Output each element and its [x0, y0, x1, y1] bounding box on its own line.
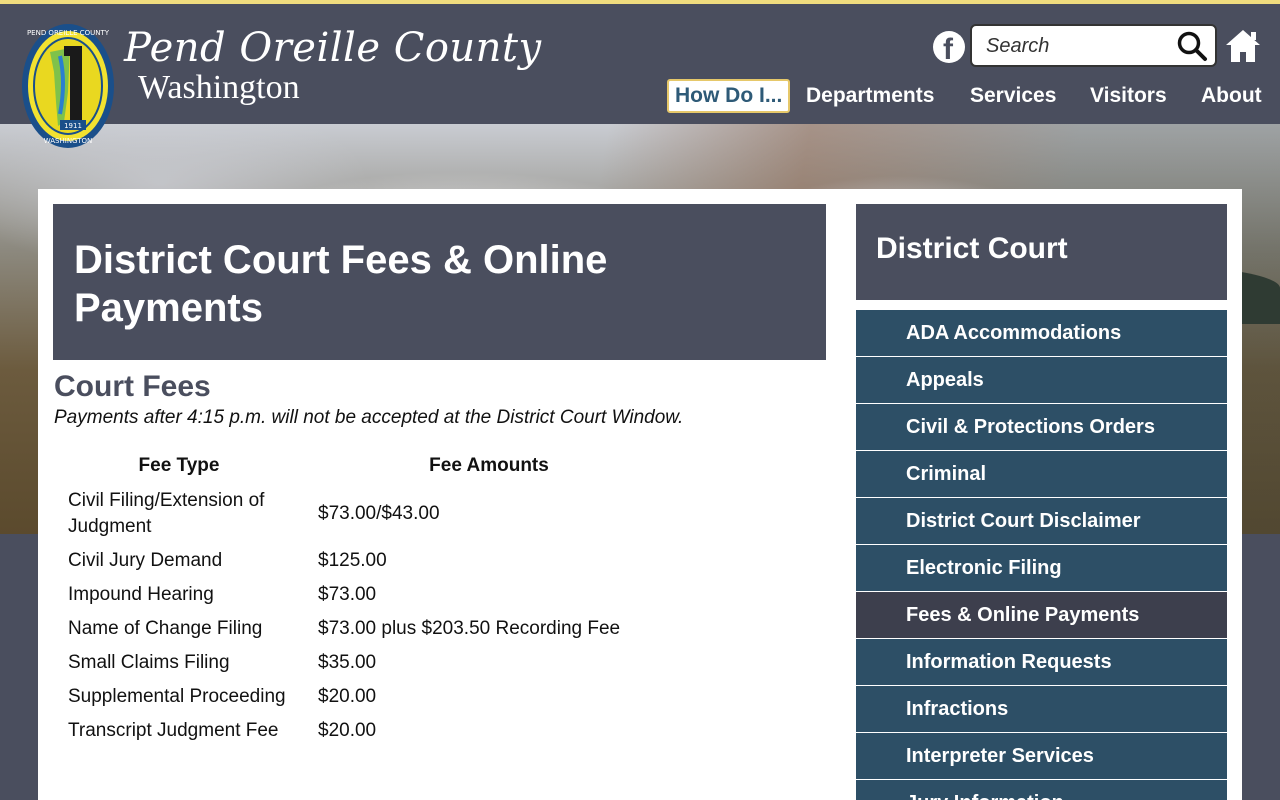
- fees-table: Fee Type Fee Amounts Civil Filing/Extens…: [54, 448, 674, 748]
- seal-text-top: PEND OREILLE COUNTY: [27, 29, 110, 37]
- search-button[interactable]: [1175, 30, 1209, 62]
- fee-type-cell: Civil Jury Demand: [68, 550, 223, 571]
- facebook-icon[interactable]: f: [933, 31, 965, 63]
- logo-county-name: Pend Oreille County: [124, 25, 542, 71]
- sidebar-item-ada-accommodations[interactable]: ADA Accommodations: [856, 310, 1227, 356]
- table-row: Transcript Judgment Fee $20.00: [54, 714, 674, 748]
- fee-type-cell: Supplemental Proceeding: [68, 686, 286, 707]
- nav-departments[interactable]: Departments: [806, 79, 934, 113]
- fee-amount-cell: $20.00: [318, 686, 377, 707]
- sidebar-item-appeals[interactable]: Appeals: [856, 357, 1227, 403]
- fee-amount-cell: $73.00/$43.00: [318, 503, 440, 524]
- nav-services[interactable]: Services: [970, 79, 1056, 113]
- sidebar-item-district-court-disclaimer[interactable]: District Court Disclaimer: [856, 498, 1227, 544]
- fee-amount-cell: $125.00: [318, 550, 387, 571]
- fee-amount-cell: $73.00: [318, 584, 377, 605]
- page-title-box: District Court Fees & Online Payments: [53, 204, 826, 360]
- column-header-fee-amounts: Fee Amounts: [429, 455, 549, 476]
- fee-type-cell: Transcript Judgment Fee: [68, 720, 279, 741]
- home-icon[interactable]: [1224, 28, 1262, 64]
- table-row: Impound Hearing $73.00: [54, 578, 674, 612]
- search-box: [970, 24, 1217, 67]
- fee-amount-cell: $73.00 plus $203.50 Recording Fee: [318, 618, 621, 639]
- fee-type-cell: Impound Hearing: [68, 584, 214, 605]
- sidebar-item-interpreter-services[interactable]: Interpreter Services: [856, 733, 1227, 779]
- sidebar-item-jury-information[interactable]: Jury Information: [856, 780, 1227, 800]
- county-seal-logo[interactable]: 1911 PEND OREILLE COUNTY WASHINGTON: [20, 22, 116, 150]
- fee-amount-cell: $20.00: [318, 720, 377, 741]
- payment-notice: Payments after 4:15 p.m. will not be acc…: [54, 407, 684, 428]
- fee-amount-cell: $35.00: [318, 652, 377, 673]
- table-header-row: Fee Type Fee Amounts: [54, 448, 674, 484]
- seal-year: 1911: [64, 122, 82, 130]
- logo-state-name: Washington: [138, 69, 300, 106]
- fee-type-cell: Civil Filing/Extension of Judgment: [68, 490, 265, 537]
- section-heading-court-fees: Court Fees: [54, 370, 211, 403]
- sidebar-item-infractions[interactable]: Infractions: [856, 686, 1227, 732]
- nav-how-do-i[interactable]: How Do I...: [667, 79, 791, 113]
- table-row: Small Claims Filing $35.00: [54, 646, 674, 680]
- table-row: Civil Jury Demand $125.00: [54, 544, 674, 578]
- sidebar-item-information-requests[interactable]: Information Requests: [856, 639, 1227, 685]
- seal-text-bottom: WASHINGTON: [44, 137, 93, 145]
- sidebar-item-electronic-filing[interactable]: Electronic Filing: [856, 545, 1227, 591]
- sidebar-item-criminal[interactable]: Criminal: [856, 451, 1227, 497]
- search-icon: [1177, 31, 1207, 61]
- sidebar-menu: ADA Accommodations Appeals Civil & Prote…: [856, 310, 1227, 800]
- table-row: Civil Filing/Extension of Judgment $73.0…: [54, 484, 674, 544]
- search-input[interactable]: [986, 32, 1176, 60]
- fee-type-cell: Name of Change Filing: [68, 618, 263, 639]
- nav-visitors[interactable]: Visitors: [1090, 79, 1167, 113]
- sidebar-item-fees-online-payments[interactable]: Fees & Online Payments: [856, 592, 1227, 638]
- sidebar-item-civil-protection-orders[interactable]: Civil & Protections Orders: [856, 404, 1227, 450]
- column-header-fee-type: Fee Type: [138, 455, 220, 476]
- page-title: District Court Fees & Online Payments: [74, 238, 608, 330]
- nav-about[interactable]: About: [1201, 79, 1262, 113]
- site-logo-text[interactable]: Pend Oreille County Washington: [124, 26, 542, 106]
- table-row: Supplemental Proceeding $20.00: [54, 680, 674, 714]
- sidebar-title-box: District Court: [856, 204, 1227, 300]
- table-row: Name of Change Filing $73.00 plus $203.5…: [54, 612, 674, 646]
- sidebar-title: District Court: [876, 232, 1068, 265]
- fee-type-cell: Small Claims Filing: [68, 652, 230, 673]
